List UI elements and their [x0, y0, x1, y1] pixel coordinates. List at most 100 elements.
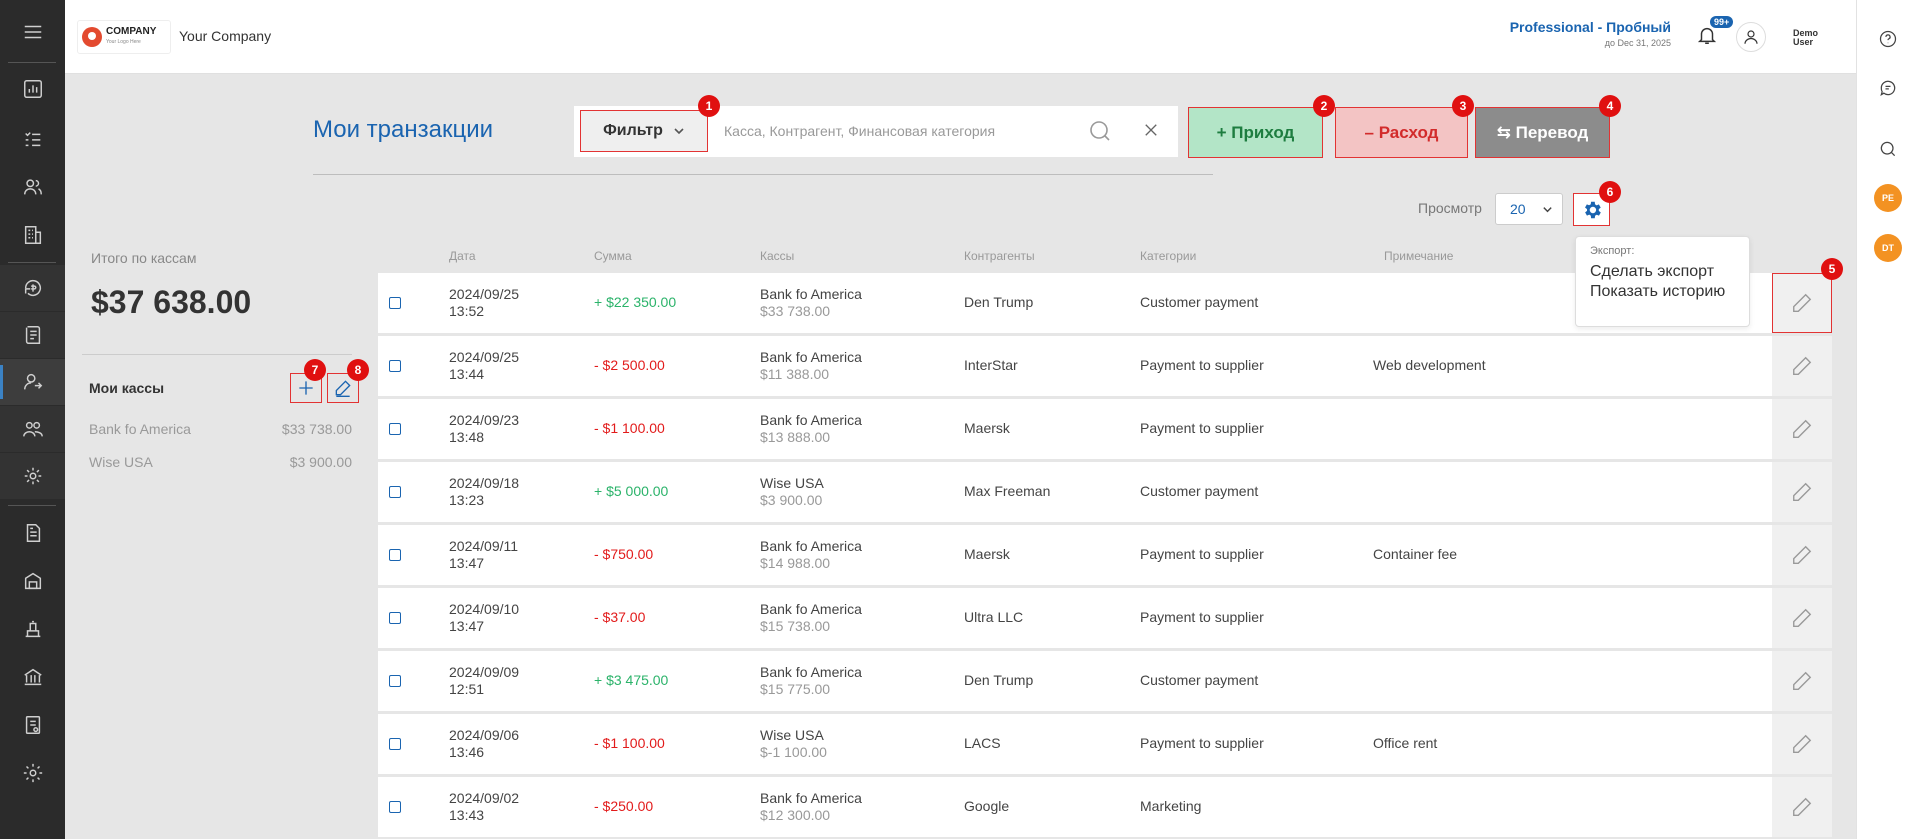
- chat-icon[interactable]: [1871, 71, 1905, 105]
- page-size-select[interactable]: 20: [1495, 193, 1563, 225]
- date-cell: 2024/09/11 13:47: [449, 538, 518, 572]
- summary-divider: [82, 354, 352, 355]
- filter-button[interactable]: Фильтр: [580, 110, 708, 152]
- sidebar-divider: [8, 505, 56, 506]
- help-icon[interactable]: [1871, 22, 1905, 56]
- column-header-counterparties[interactable]: Контрагенты: [964, 249, 1035, 263]
- column-header-note[interactable]: Примечание: [1384, 249, 1453, 263]
- user-settings-icon[interactable]: [0, 453, 65, 499]
- table-row[interactable]: 2024/09/10 13:47 - $37.00 Bank fo America $1…: [378, 588, 1832, 648]
- edit-row-button[interactable]: [1772, 462, 1832, 522]
- row-checkbox[interactable]: [389, 360, 401, 372]
- transactions-icon[interactable]: [0, 359, 65, 405]
- account-balance: $3 900.00: [760, 492, 823, 508]
- edit-row-button[interactable]: [1772, 651, 1832, 711]
- counterparty-cell: Ultra LLC: [964, 609, 1024, 625]
- search-input[interactable]: [724, 116, 1064, 146]
- table-row[interactable]: 2024/09/11 13:47 - $750.00 Bank fo America $…: [378, 525, 1832, 585]
- clear-icon[interactable]: [1142, 121, 1164, 143]
- row-checkbox[interactable]: [389, 738, 401, 750]
- column-header-categories[interactable]: Категории: [1140, 249, 1196, 263]
- view-label: Просмотр: [1418, 200, 1482, 216]
- settings-icon[interactable]: [0, 750, 65, 796]
- row-checkbox[interactable]: [389, 675, 401, 687]
- accounts-title: Мои кассы: [89, 380, 165, 396]
- marker-6: 6: [1599, 181, 1621, 203]
- document-icon[interactable]: [0, 510, 65, 556]
- row-checkbox[interactable]: [389, 612, 401, 624]
- table-row[interactable]: 2024/09/06 13:46 - $1 100.00 Wise USA $-1 10…: [378, 714, 1832, 774]
- search-icon[interactable]: [1871, 132, 1905, 166]
- row-checkbox[interactable]: [389, 801, 401, 813]
- edit-row-button[interactable]: [1772, 588, 1832, 648]
- note-cell: Container fee: [1373, 546, 1458, 562]
- account-item[interactable]: Wise USA $3 900.00: [89, 454, 352, 470]
- search-icon[interactable]: [1088, 119, 1114, 145]
- date-cell: 2024/09/09 12:51: [449, 664, 519, 698]
- table-row[interactable]: 2024/09/25 13:44 - $2 500.00 Bank fo Americ…: [378, 336, 1832, 396]
- company-logo[interactable]: COMPANY Your Logo Here: [77, 20, 171, 54]
- counterparty-cell: Den Trump: [964, 672, 1034, 688]
- amount-cell: + $22 350.00: [594, 294, 677, 310]
- account-item[interactable]: Bank fo America $33 738.00: [89, 421, 352, 437]
- notification-badge: 99+: [1710, 16, 1734, 28]
- team-icon[interactable]: [0, 406, 65, 452]
- marker-3: 3: [1452, 95, 1474, 117]
- menu-icon[interactable]: [0, 0, 65, 64]
- account-amount: $33 738.00: [281, 421, 352, 437]
- row-checkbox[interactable]: [389, 549, 401, 561]
- edit-row-button[interactable]: [1772, 525, 1832, 585]
- table-row[interactable]: 2024/09/23 13:48 - $1 100.00 Bank fo Americ…: [378, 399, 1832, 459]
- avatar-pe[interactable]: PE: [1874, 184, 1902, 212]
- bank-icon[interactable]: [0, 654, 65, 700]
- user-name[interactable]: Demo User: [1793, 29, 1818, 47]
- user-avatar[interactable]: [1736, 22, 1766, 52]
- column-header-date[interactable]: Дата: [449, 249, 476, 263]
- marker-8: 8: [347, 359, 369, 381]
- table-row[interactable]: 2024/09/18 13:23 + $5 000.00 Wise USA $3 900…: [378, 462, 1832, 522]
- account-name: Bank fo America: [760, 349, 862, 365]
- sidebar-divider: [8, 62, 56, 63]
- plan-info[interactable]: Professional - Пробный до Dec 31, 2025: [1510, 19, 1671, 48]
- pencil-icon: [1793, 293, 1812, 312]
- note-cell: Office rent: [1373, 735, 1438, 751]
- pencil-icon: [335, 380, 351, 397]
- sidebar-divider: [8, 262, 56, 263]
- notifications-button[interactable]: 99+: [1696, 16, 1734, 50]
- ledger-icon[interactable]: [0, 312, 65, 358]
- date-value: 2024/09/11: [449, 538, 519, 554]
- export-action[interactable]: Сделать экспорт: [1590, 263, 1735, 281]
- expense-button[interactable]: – Расход: [1335, 107, 1468, 158]
- avatar-dt[interactable]: DT: [1874, 234, 1902, 262]
- show-history-action[interactable]: Показать историю: [1590, 283, 1735, 301]
- warehouse-icon[interactable]: [0, 558, 65, 604]
- edit-row-button[interactable]: [1772, 336, 1832, 396]
- dashboard-icon[interactable]: [0, 66, 65, 112]
- column-header-accounts[interactable]: Кассы: [760, 249, 794, 263]
- row-checkbox[interactable]: [389, 423, 401, 435]
- finance-icon[interactable]: [0, 265, 65, 311]
- clients-icon[interactable]: [0, 164, 65, 210]
- edit-row-button[interactable]: [1772, 273, 1832, 333]
- time-value: 13:44: [449, 366, 485, 382]
- edit-row-button[interactable]: [1772, 714, 1832, 774]
- production-icon[interactable]: [0, 606, 65, 652]
- table-row[interactable]: 2024/09/09 12:51 + $3 475.00 Bank fo Americ…: [378, 651, 1832, 711]
- plan-title[interactable]: Professional - Пробный: [1510, 19, 1671, 35]
- filter-label: Фильтр: [603, 122, 663, 139]
- tasks-icon[interactable]: [0, 116, 65, 162]
- table-row[interactable]: 2024/09/02 13:43 - $250.00 Bank fo America $…: [378, 777, 1832, 837]
- row-checkbox[interactable]: [389, 297, 401, 309]
- pencil-icon: [1793, 671, 1812, 690]
- column-header-amount[interactable]: Сумма: [594, 249, 632, 263]
- income-button[interactable]: + Приход: [1188, 107, 1323, 158]
- building-icon[interactable]: [0, 212, 65, 258]
- edit-row-button[interactable]: [1772, 777, 1832, 837]
- edit-row-button[interactable]: [1772, 399, 1832, 459]
- transfer-button[interactable]: ⇆ Перевод: [1475, 107, 1610, 158]
- date-value: 2024/09/02: [449, 790, 520, 806]
- pencil-icon: [1793, 356, 1812, 375]
- row-checkbox[interactable]: [389, 486, 401, 498]
- category-cell: Customer payment: [1140, 483, 1259, 499]
- reports-icon[interactable]: [0, 702, 65, 748]
